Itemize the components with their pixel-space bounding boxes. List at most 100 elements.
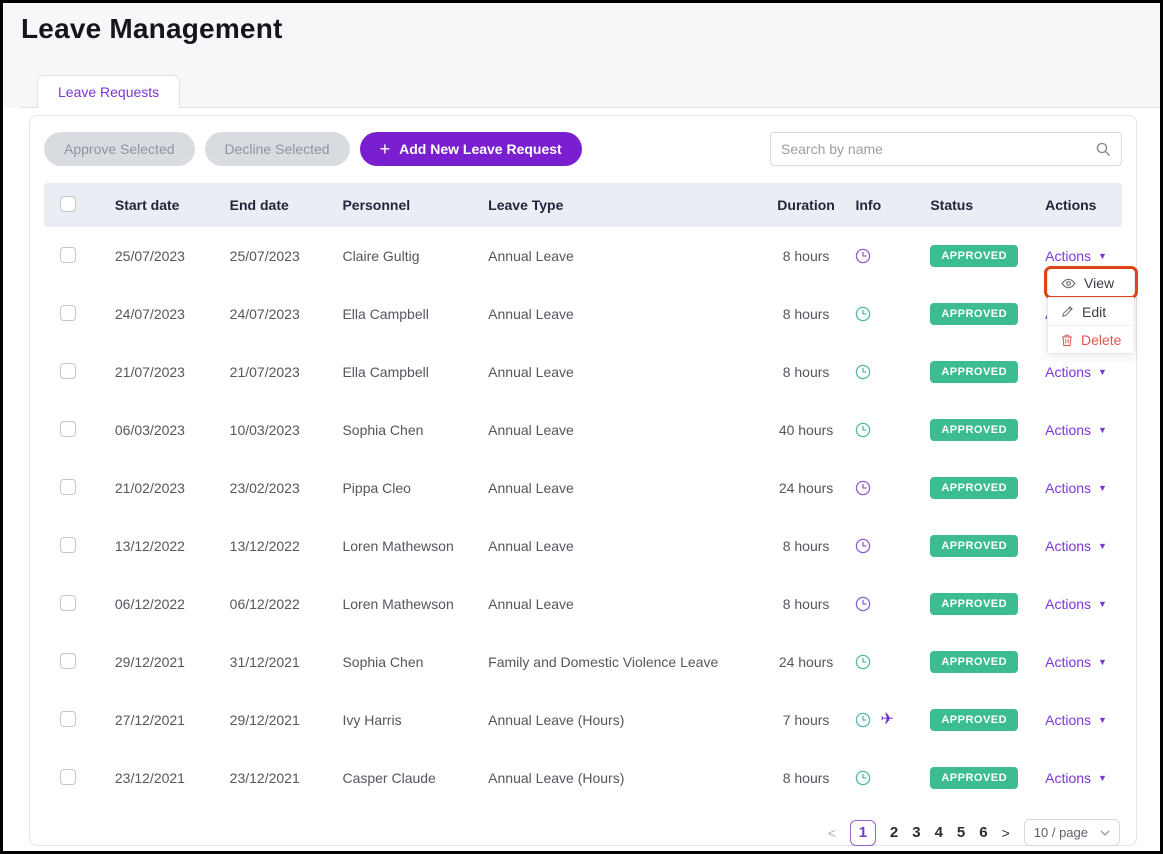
table-row: 06/12/2022 06/12/2022 Loren Mathewson An… bbox=[44, 575, 1122, 633]
status-badge: APPROVED bbox=[930, 245, 1018, 267]
select-all-checkbox[interactable] bbox=[60, 196, 76, 212]
status-badge: APPROVED bbox=[930, 767, 1018, 789]
end-date-cell: 21/07/2023 bbox=[230, 364, 343, 380]
row-checkbox[interactable] bbox=[60, 711, 76, 727]
status-badge: APPROVED bbox=[930, 535, 1018, 557]
chevron-down-icon: ▼ bbox=[1098, 251, 1107, 261]
column-start-date: Start date bbox=[115, 197, 230, 213]
eye-icon bbox=[1061, 276, 1076, 291]
chevron-down-icon: ▼ bbox=[1098, 657, 1107, 667]
status-badge: APPROVED bbox=[930, 709, 1018, 731]
row-checkbox[interactable] bbox=[60, 363, 76, 379]
page-size-select[interactable]: 10 / page bbox=[1024, 819, 1120, 846]
table-row: 24/07/2023 24/07/2023 Ella Campbell Annu… bbox=[44, 285, 1122, 343]
previous-page-arrow[interactable]: < bbox=[828, 825, 836, 841]
duration-cell: 8 hours bbox=[767, 538, 846, 554]
row-checkbox[interactable] bbox=[60, 421, 76, 437]
column-end-date: End date bbox=[230, 197, 343, 213]
end-date-cell: 06/12/2022 bbox=[230, 596, 343, 612]
page-button-6[interactable]: 6 bbox=[979, 824, 987, 841]
next-page-arrow[interactable]: > bbox=[1002, 825, 1010, 841]
actions-dropdown-trigger[interactable]: Actions ▼ bbox=[1045, 422, 1107, 438]
info-cell bbox=[845, 538, 930, 554]
table-row: 23/12/2021 23/12/2021 Casper Claude Annu… bbox=[44, 749, 1122, 807]
search-icon[interactable] bbox=[1095, 141, 1111, 157]
actions-dropdown-trigger[interactable]: Actions ▼ bbox=[1045, 712, 1107, 728]
actions-dropdown-trigger[interactable]: Actions ▼ bbox=[1045, 248, 1107, 264]
info-cell: ✈ bbox=[845, 712, 930, 728]
page-button-3[interactable]: 3 bbox=[912, 824, 920, 841]
tab-leave-requests[interactable]: Leave Requests bbox=[37, 75, 180, 108]
add-new-leave-request-button[interactable]: + Add New Leave Request bbox=[360, 132, 582, 166]
clock-icon bbox=[855, 596, 871, 612]
actions-dropdown-trigger[interactable]: Actions ▼ bbox=[1045, 596, 1107, 612]
pagination: < 1 2 3 4 5 6 > 10 / page bbox=[44, 819, 1122, 846]
actions-dropdown-trigger[interactable]: Actions ▼ bbox=[1045, 480, 1107, 496]
actions-dropdown-trigger[interactable]: Actions ▼ bbox=[1045, 364, 1107, 380]
actions-label: Actions bbox=[1045, 712, 1091, 728]
leave-type-cell: Annual Leave bbox=[488, 480, 766, 496]
page-button-5[interactable]: 5 bbox=[957, 824, 965, 841]
actions-dropdown-trigger[interactable]: Actions ▼ bbox=[1045, 654, 1107, 670]
row-checkbox[interactable] bbox=[60, 537, 76, 553]
decline-selected-button[interactable]: Decline Selected bbox=[205, 132, 350, 166]
table-body: 25/07/2023 25/07/2023 Claire Gultig Annu… bbox=[44, 227, 1122, 807]
row-checkbox[interactable] bbox=[60, 479, 76, 495]
column-leave-type: Leave Type bbox=[488, 197, 766, 213]
clock-icon bbox=[855, 248, 871, 264]
actions-dropdown-trigger[interactable]: Actions ▼ bbox=[1045, 538, 1107, 554]
plus-icon: + bbox=[380, 140, 391, 158]
menu-item-edit[interactable]: Edit bbox=[1048, 297, 1134, 325]
clock-icon bbox=[855, 538, 871, 554]
end-date-cell: 23/02/2023 bbox=[230, 480, 343, 496]
chevron-down-icon: ▼ bbox=[1098, 773, 1107, 783]
actions-label: Actions bbox=[1045, 364, 1091, 380]
approve-selected-button[interactable]: Approve Selected bbox=[44, 132, 195, 166]
search-box bbox=[770, 132, 1122, 166]
info-cell bbox=[845, 654, 930, 670]
search-input[interactable] bbox=[781, 141, 1095, 157]
personnel-cell: Pippa Cleo bbox=[342, 480, 488, 496]
actions-label: Actions bbox=[1045, 770, 1091, 786]
pencil-icon bbox=[1061, 305, 1074, 318]
personnel-cell: Sophia Chen bbox=[342, 422, 488, 438]
menu-item-view[interactable]: View bbox=[1048, 269, 1134, 297]
actions-dropdown-trigger[interactable]: Actions ▼ bbox=[1045, 770, 1107, 786]
info-cell bbox=[845, 770, 930, 786]
start-date-cell: 29/12/2021 bbox=[115, 654, 230, 670]
chevron-down-icon: ▼ bbox=[1098, 599, 1107, 609]
row-checkbox[interactable] bbox=[60, 247, 76, 263]
leave-type-cell: Annual Leave bbox=[488, 422, 766, 438]
page-button-4[interactable]: 4 bbox=[935, 824, 943, 841]
page-button-2[interactable]: 2 bbox=[890, 824, 898, 841]
menu-item-delete[interactable]: Delete bbox=[1048, 325, 1134, 353]
table-row: 21/07/2023 21/07/2023 Ella Campbell Annu… bbox=[44, 343, 1122, 401]
row-checkbox[interactable] bbox=[60, 305, 76, 321]
actions-label: Actions bbox=[1045, 480, 1091, 496]
add-button-label: Add New Leave Request bbox=[399, 141, 562, 157]
row-checkbox[interactable] bbox=[60, 595, 76, 611]
actions-label: Actions bbox=[1045, 654, 1091, 670]
duration-cell: 8 hours bbox=[767, 596, 846, 612]
page-button-1[interactable]: 1 bbox=[850, 820, 876, 846]
column-info: Info bbox=[845, 197, 930, 213]
table-row: 06/03/2023 10/03/2023 Sophia Chen Annual… bbox=[44, 401, 1122, 459]
personnel-cell: Ella Campbell bbox=[342, 306, 488, 322]
clock-icon bbox=[855, 422, 871, 438]
row-checkbox[interactable] bbox=[60, 769, 76, 785]
actions-label: Actions bbox=[1045, 538, 1091, 554]
start-date-cell: 13/12/2022 bbox=[115, 538, 230, 554]
start-date-cell: 25/07/2023 bbox=[115, 248, 230, 264]
clock-icon bbox=[855, 480, 871, 496]
duration-cell: 24 hours bbox=[767, 654, 846, 670]
status-badge: APPROVED bbox=[930, 419, 1018, 441]
chevron-down-icon: ▼ bbox=[1098, 541, 1107, 551]
leave-type-cell: Annual Leave (Hours) bbox=[488, 770, 766, 786]
leave-type-cell: Annual Leave bbox=[488, 364, 766, 380]
plane-icon: ✈ bbox=[880, 712, 893, 728]
row-checkbox[interactable] bbox=[60, 653, 76, 669]
chevron-down-icon: ▼ bbox=[1098, 483, 1107, 493]
personnel-cell: Claire Gultig bbox=[342, 248, 488, 264]
end-date-cell: 29/12/2021 bbox=[230, 712, 343, 728]
actions-label: Actions bbox=[1045, 422, 1091, 438]
